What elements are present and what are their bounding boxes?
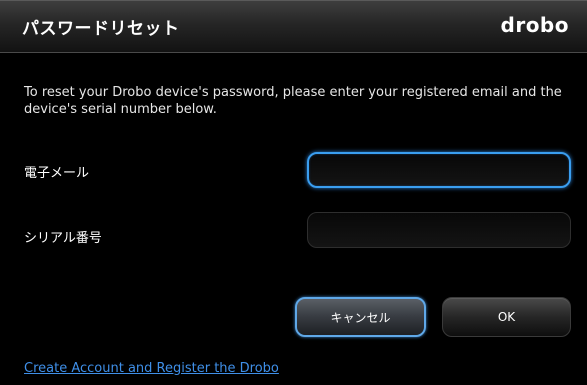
instructions-text: To reset your Drobo device's password, p… [24,85,562,117]
title-bar: パスワードリセット drobo [0,0,587,53]
dialog-title: パスワードリセット [22,19,180,39]
password-reset-dialog: パスワードリセット drobo To reset your Drobo devi… [0,0,587,385]
create-account-link[interactable]: Create Account and Register the Drobo [24,361,279,376]
email-field[interactable] [307,152,571,188]
email-label: 電子メール [24,166,90,181]
cancel-button-label: キャンセル [330,310,391,325]
serial-number-field[interactable] [307,212,571,248]
serial-number-label: シリアル番号 [24,231,102,246]
ok-button-label: OK [497,310,516,324]
ok-button[interactable]: OK [442,297,571,337]
drobo-logo: drobo [500,13,569,37]
cancel-button[interactable]: キャンセル [295,297,426,337]
